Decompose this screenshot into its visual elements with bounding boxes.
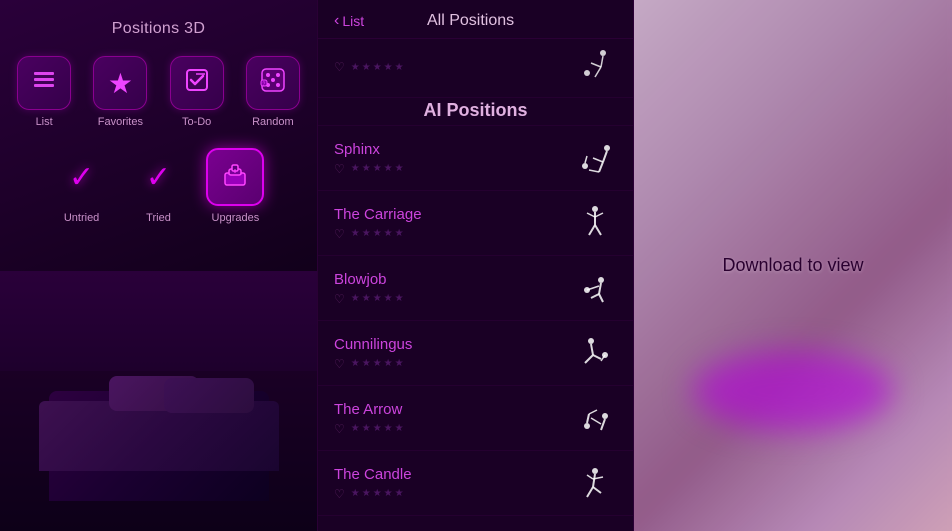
back-label: List <box>342 13 364 29</box>
panel-all-positions: ‹ List All Positions ♡ ★ ★ ★ ★ ★ <box>317 0 634 531</box>
position-item-cunnilingus[interactable]: Cunnilingus ♡ ★★★★★ <box>318 321 633 386</box>
partial-stars: ★ ★ ★ ★ ★ <box>351 62 404 73</box>
candle-stars: ★★★★★ <box>351 488 404 499</box>
panel1-title: Positions 3D <box>112 20 205 38</box>
arrow-stars: ★★★★★ <box>351 423 404 434</box>
tried-item[interactable]: ✓ Tried <box>124 148 193 224</box>
filter-icon-grid: ✓ Untried ✓ Tried <box>47 148 270 224</box>
list-label: List <box>36 116 53 128</box>
todo-label: To-Do <box>182 116 211 128</box>
upgrades-box[interactable] <box>206 148 264 206</box>
star-5: ★ <box>395 62 404 73</box>
upgrades-item[interactable]: Upgrades <box>201 148 270 224</box>
bed-background <box>0 271 317 531</box>
favorites-label: Favorites <box>98 116 143 128</box>
candle-thumbnail <box>573 461 617 505</box>
blowjob-stars: ★★★★★ <box>351 293 404 304</box>
candle-info: The Candle ♡ ★★★★★ <box>334 466 573 501</box>
sphinx-stars: ★★★★★ <box>351 163 404 174</box>
arrow-name: The Arrow <box>334 401 573 418</box>
position-item-carriage[interactable]: The Carriage ♡ ★★★★★ <box>318 191 633 256</box>
blowjob-info: Blowjob ♡ ★★★★★ <box>334 271 573 306</box>
todo-icon <box>183 66 211 101</box>
position-item-candle[interactable]: The Candle ♡ ★★★★★ <box>318 451 633 516</box>
untried-label: Untried <box>64 212 99 224</box>
partial-stats: ♡ ★ ★ ★ ★ ★ <box>334 60 573 74</box>
position-item-blowjob[interactable]: Blowjob ♡ ★★★★★ <box>318 256 633 321</box>
arrow-stats: ♡ ★★★★★ <box>334 422 573 436</box>
todo-icon-box[interactable] <box>170 56 224 110</box>
cunnilingus-info: Cunnilingus ♡ ★★★★★ <box>334 336 573 371</box>
partial-thumbnail <box>573 45 617 89</box>
list-icon <box>30 66 58 101</box>
cunnilingus-stars: ★★★★★ <box>351 358 404 369</box>
partial-heart-icon: ♡ <box>334 60 345 74</box>
untried-item[interactable]: ✓ Untried <box>47 148 116 224</box>
position-item-arrow[interactable]: The Arrow ♡ ★★★★★ <box>318 386 633 451</box>
arrow-thumbnail <box>573 396 617 440</box>
todo-nav-item[interactable]: To-Do <box>163 56 231 128</box>
sphinx-heart: ♡ <box>334 162 345 176</box>
cunnilingus-heart: ♡ <box>334 357 345 371</box>
star-2: ★ <box>362 62 371 73</box>
favorites-icon-box[interactable]: ★ <box>93 56 147 110</box>
partial-position-info: ♡ ★ ★ ★ ★ ★ <box>334 60 573 74</box>
positions-list[interactable]: Sphinx ♡ ★★★★★ <box>318 126 633 531</box>
carriage-name: The Carriage <box>334 206 573 223</box>
blowjob-stats: ♡ ★★★★★ <box>334 292 573 306</box>
download-to-view-label: Download to view <box>722 255 863 276</box>
candle-heart: ♡ <box>334 487 345 501</box>
star-1: ★ <box>351 62 360 73</box>
sphinx-info: Sphinx ♡ ★★★★★ <box>334 141 573 176</box>
upgrades-icon <box>220 159 250 196</box>
blowjob-heart: ♡ <box>334 292 345 306</box>
carriage-info: The Carriage ♡ ★★★★★ <box>334 206 573 241</box>
random-icon-box[interactable]: ? <box>246 56 300 110</box>
carriage-thumbnail <box>573 201 617 245</box>
random-nav-item[interactable]: ? Random <box>239 56 307 128</box>
dice-icon: ? <box>259 66 287 101</box>
tried-check-icon: ✓ <box>146 160 171 195</box>
ai-positions-label: AI Positions <box>423 100 527 120</box>
back-chevron-icon: ‹ <box>334 12 339 30</box>
sphinx-name: Sphinx <box>334 141 573 158</box>
candle-name: The Candle <box>334 466 573 483</box>
blowjob-name: Blowjob <box>334 271 573 288</box>
untried-check-icon: ✓ <box>69 160 94 195</box>
purple-glow-effect <box>693 351 893 431</box>
random-label: Random <box>252 116 294 128</box>
star-icon: ★ <box>108 67 133 100</box>
panel-positions-3d: Positions 3D List ★ <box>0 0 317 531</box>
svg-text:?: ? <box>262 81 265 87</box>
arrow-info: The Arrow ♡ ★★★★★ <box>334 401 573 436</box>
partial-top-item[interactable]: ♡ ★ ★ ★ ★ ★ <box>318 39 633 98</box>
position-item-sphinx[interactable]: Sphinx ♡ ★★★★★ <box>318 126 633 191</box>
cunnilingus-thumbnail <box>573 331 617 375</box>
sphinx-stats: ♡ ★★★★★ <box>334 162 573 176</box>
favorites-nav-item[interactable]: ★ Favorites <box>86 56 154 128</box>
carriage-stats: ♡ ★★★★★ <box>334 227 573 241</box>
tried-label: Tried <box>146 212 171 224</box>
star-4: ★ <box>384 62 393 73</box>
main-icon-grid: List ★ Favorites <box>10 56 307 128</box>
back-button[interactable]: ‹ List <box>334 12 364 30</box>
candle-stats: ♡ ★★★★★ <box>334 487 573 501</box>
cunnilingus-name: Cunnilingus <box>334 336 573 353</box>
carriage-stars: ★★★★★ <box>351 228 404 239</box>
list-icon-box[interactable] <box>17 56 71 110</box>
cunnilingus-stats: ♡ ★★★★★ <box>334 357 573 371</box>
arrow-heart: ♡ <box>334 422 345 436</box>
positions-list-header: ‹ List All Positions <box>318 0 633 39</box>
list-nav-item[interactable]: List <box>10 56 78 128</box>
blowjob-thumbnail <box>573 266 617 310</box>
star-3: ★ <box>373 62 382 73</box>
upgrades-label: Upgrades <box>212 212 260 224</box>
panel-download: Download to view <box>634 0 952 531</box>
sphinx-thumbnail <box>573 136 617 180</box>
carriage-heart: ♡ <box>334 227 345 241</box>
all-positions-title: All Positions <box>364 12 617 30</box>
